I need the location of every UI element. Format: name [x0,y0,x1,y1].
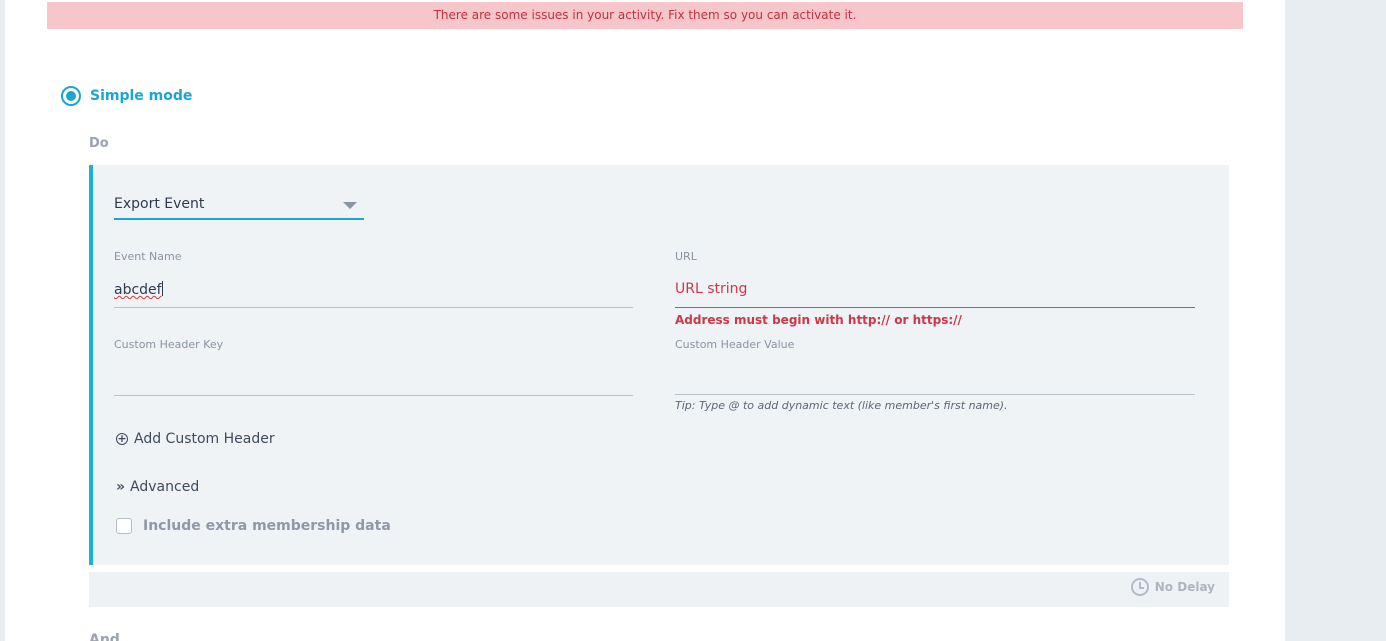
simple-mode-radio[interactable] [61,86,81,106]
advanced-toggle[interactable]: » Advanced [116,479,199,495]
error-banner: There are some issues in your activity. … [47,2,1243,29]
custom-header-key-underline [114,395,633,396]
url-label: URL [675,250,697,263]
simple-mode-label: Simple mode [90,88,193,104]
advanced-label: Advanced [130,479,200,495]
double-chevron-right-icon: » [116,479,126,495]
custom-header-key-input[interactable] [114,369,633,389]
url-error-message: Address must begin with http:// or https… [675,313,962,327]
custom-header-value-input[interactable] [675,369,1195,389]
action-card: Export Event Event Name abcdef URL URL s… [89,165,1229,565]
action-type-select[interactable]: Export Event [114,193,364,220]
do-section-label: Do [89,136,109,151]
custom-header-key-label: Custom Header Key [114,338,224,351]
dynamic-text-tip: Tip: Type @ to add dynamic text (like me… [675,399,1008,412]
main-panel: There are some issues in your activity. … [5,0,1285,641]
delay-bar: No Delay [89,572,1229,607]
simple-mode-option[interactable]: Simple mode [61,86,192,106]
event-name-value: abcdef [114,282,162,298]
text-cursor [161,281,163,296]
custom-header-value-underline [675,394,1195,395]
event-name-underline [114,307,633,308]
event-name-label: Event Name [114,250,182,263]
custom-header-value-label: Custom Header Value [675,338,795,351]
url-underline [675,307,1195,308]
event-name-input[interactable]: abcdef [114,281,163,298]
custom-header-key-field: Custom Header Key [114,338,633,398]
caret-down-icon [343,202,357,209]
circle-plus-icon: + [116,432,128,445]
add-custom-header-label: Add Custom Header [134,431,275,447]
event-name-field: Event Name abcdef [114,250,633,310]
include-membership-checkbox[interactable] [116,518,132,534]
add-custom-header-button[interactable]: + Add Custom Header [116,431,275,447]
alarm-clock-icon [1130,578,1149,596]
next-section-label: And then [89,631,149,641]
include-membership-label: Include extra membership data [143,518,391,534]
custom-header-value-field: Custom Header Value Tip: Type @ to add d… [675,338,1195,418]
url-field: URL URL string Address must begin with h… [675,250,1195,330]
include-membership-option[interactable]: Include extra membership data [116,518,391,534]
delay-label: No Delay [1154,580,1215,594]
action-type-value: Export Event [114,196,205,212]
url-input[interactable]: URL string [675,281,747,297]
right-gutter [1285,0,1386,641]
delay-setting[interactable]: No Delay [1130,578,1215,596]
next-section-label-text: And then [89,632,120,641]
